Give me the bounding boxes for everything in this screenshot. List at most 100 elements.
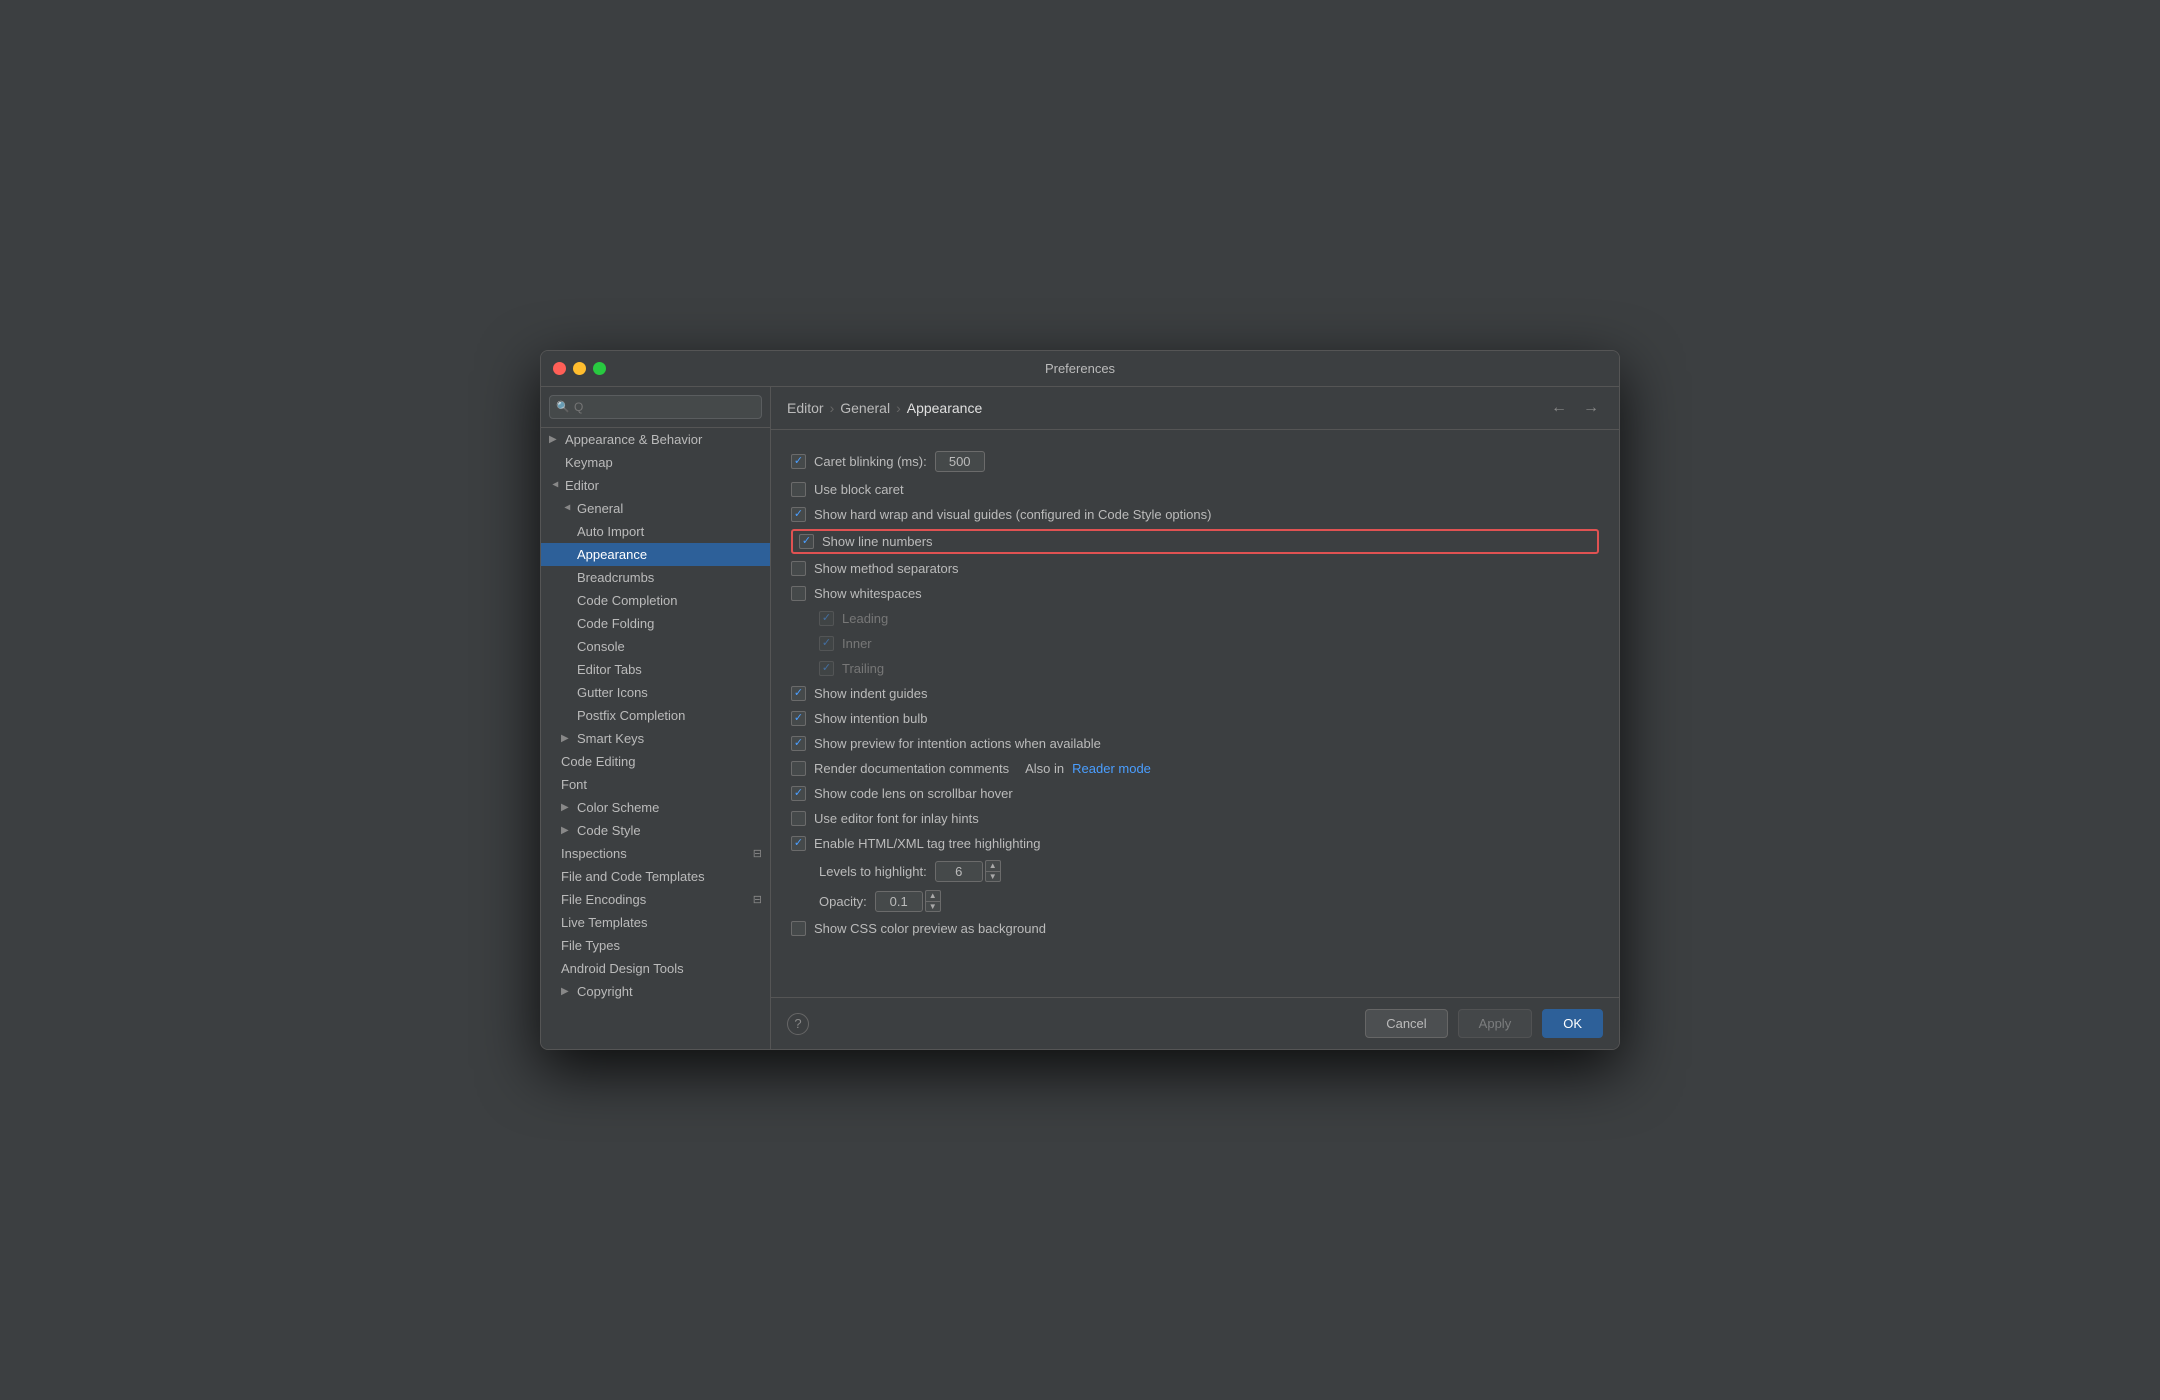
search-input[interactable] bbox=[549, 395, 762, 419]
sidebar-item-android-design-tools[interactable]: Android Design Tools bbox=[541, 957, 770, 980]
enable-html-xml-checkbox[interactable] bbox=[791, 836, 806, 851]
sidebar-item-code-editing[interactable]: Code Editing bbox=[541, 750, 770, 773]
sidebar-item-auto-import[interactable]: Auto Import bbox=[541, 520, 770, 543]
show-method-sep-checkbox[interactable] bbox=[791, 561, 806, 576]
sidebar-item-editor-tabs[interactable]: Editor Tabs bbox=[541, 658, 770, 681]
show-code-lens-row: Show code lens on scrollbar hover bbox=[791, 781, 1599, 806]
show-intention-bulb-checkbox[interactable] bbox=[791, 711, 806, 726]
expand-arrow: ▼ bbox=[562, 503, 573, 515]
show-indent-guides-label: Show indent guides bbox=[814, 686, 927, 701]
sidebar-item-copyright[interactable]: ▶ Copyright bbox=[541, 980, 770, 1003]
sidebar-label: Gutter Icons bbox=[577, 685, 648, 700]
sidebar-label: Postfix Completion bbox=[577, 708, 685, 723]
show-preview-intention-label: Show preview for intention actions when … bbox=[814, 736, 1101, 751]
use-block-caret-row: Use block caret bbox=[791, 477, 1599, 502]
show-hard-wrap-checkbox[interactable] bbox=[791, 507, 806, 522]
apply-button[interactable]: Apply bbox=[1458, 1009, 1533, 1038]
show-line-numbers-label: Show line numbers bbox=[822, 534, 933, 549]
inner-label: Inner bbox=[842, 636, 872, 651]
levels-input-wrap: ▲ ▼ bbox=[935, 860, 1001, 882]
caret-blinking-input[interactable] bbox=[935, 451, 985, 472]
show-line-numbers-checkbox[interactable] bbox=[799, 534, 814, 549]
back-button[interactable]: ← bbox=[1547, 397, 1571, 419]
sidebar-item-file-types[interactable]: File Types bbox=[541, 934, 770, 957]
show-hard-wrap-row: Show hard wrap and visual guides (config… bbox=[791, 502, 1599, 527]
trailing-checkbox[interactable] bbox=[819, 661, 834, 676]
sidebar-item-code-folding[interactable]: Code Folding bbox=[541, 612, 770, 635]
show-method-sep-label: Show method separators bbox=[814, 561, 959, 576]
help-button[interactable]: ? bbox=[787, 1013, 809, 1035]
content-area: 🔍 ▶ Appearance & Behavior Keymap ▼ Edito… bbox=[541, 387, 1619, 1049]
levels-decrement[interactable]: ▼ bbox=[985, 871, 1001, 882]
levels-input[interactable] bbox=[935, 861, 983, 882]
sidebar-label: Code Style bbox=[577, 823, 641, 838]
title-bar: Preferences bbox=[541, 351, 1619, 387]
sidebar-item-file-code-templates[interactable]: File and Code Templates bbox=[541, 865, 770, 888]
show-preview-intention-checkbox[interactable] bbox=[791, 736, 806, 751]
maximize-button[interactable] bbox=[593, 362, 606, 375]
sidebar-item-appearance-behavior[interactable]: ▶ Appearance & Behavior bbox=[541, 428, 770, 451]
show-method-sep-row: Show method separators bbox=[791, 556, 1599, 581]
cancel-button[interactable]: Cancel bbox=[1365, 1009, 1447, 1038]
use-editor-font-checkbox[interactable] bbox=[791, 811, 806, 826]
show-indent-guides-checkbox[interactable] bbox=[791, 686, 806, 701]
nav-arrows: ← → bbox=[1547, 397, 1603, 419]
sidebar-item-console[interactable]: Console bbox=[541, 635, 770, 658]
sidebar-label: Live Templates bbox=[561, 915, 647, 930]
sidebar-label: Keymap bbox=[565, 455, 613, 470]
sidebar-label: Font bbox=[561, 777, 587, 792]
sidebar-item-editor[interactable]: ▼ Editor bbox=[541, 474, 770, 497]
caret-blinking-row: Caret blinking (ms): bbox=[791, 446, 1599, 477]
sidebar-item-code-style[interactable]: ▶ Code Style bbox=[541, 819, 770, 842]
footer: ? Cancel Apply OK bbox=[771, 997, 1619, 1049]
opacity-increment[interactable]: ▲ bbox=[925, 890, 941, 901]
reader-mode-link[interactable]: Reader mode bbox=[1072, 761, 1151, 776]
show-indent-guides-row: Show indent guides bbox=[791, 681, 1599, 706]
sidebar-item-live-templates[interactable]: Live Templates bbox=[541, 911, 770, 934]
expand-arrow: ▼ bbox=[550, 480, 561, 492]
sidebar-item-font[interactable]: Font bbox=[541, 773, 770, 796]
show-css-preview-checkbox[interactable] bbox=[791, 921, 806, 936]
sidebar-item-gutter-icons[interactable]: Gutter Icons bbox=[541, 681, 770, 704]
enable-html-xml-row: Enable HTML/XML tag tree highlighting bbox=[791, 831, 1599, 856]
sidebar-item-file-encodings[interactable]: File Encodings ⊟ bbox=[541, 888, 770, 911]
window-controls bbox=[553, 362, 606, 375]
render-doc-comments-checkbox[interactable] bbox=[791, 761, 806, 776]
forward-button[interactable]: → bbox=[1579, 397, 1603, 419]
sidebar-item-keymap[interactable]: Keymap bbox=[541, 451, 770, 474]
search-wrap: 🔍 bbox=[549, 395, 762, 419]
render-doc-comments-row: Render documentation comments Also in Re… bbox=[791, 756, 1599, 781]
expand-arrow: ▶ bbox=[561, 802, 573, 813]
show-whitespaces-checkbox[interactable] bbox=[791, 586, 806, 601]
caret-blinking-checkbox[interactable] bbox=[791, 454, 806, 469]
inner-checkbox[interactable] bbox=[819, 636, 834, 651]
sidebar-item-breadcrumbs[interactable]: Breadcrumbs bbox=[541, 566, 770, 589]
use-block-caret-checkbox[interactable] bbox=[791, 482, 806, 497]
minimize-button[interactable] bbox=[573, 362, 586, 375]
sidebar-item-code-completion[interactable]: Code Completion bbox=[541, 589, 770, 612]
inspections-icon: ⊟ bbox=[753, 847, 762, 860]
show-css-preview-row: Show CSS color preview as background bbox=[791, 916, 1599, 941]
leading-label: Leading bbox=[842, 611, 888, 626]
sidebar-item-general[interactable]: ▼ General bbox=[541, 497, 770, 520]
sidebar-item-postfix-completion[interactable]: Postfix Completion bbox=[541, 704, 770, 727]
opacity-input[interactable] bbox=[875, 891, 923, 912]
sidebar-item-inspections[interactable]: Inspections ⊟ bbox=[541, 842, 770, 865]
sidebar-label: File Encodings bbox=[561, 892, 646, 907]
sidebar-label: Smart Keys bbox=[577, 731, 644, 746]
sidebar-label: Editor bbox=[565, 478, 599, 493]
sidebar-label: Copyright bbox=[577, 984, 633, 999]
levels-to-highlight-row: Levels to highlight: ▲ ▼ bbox=[791, 856, 1599, 886]
sidebar-item-smart-keys[interactable]: ▶ Smart Keys bbox=[541, 727, 770, 750]
ok-button[interactable]: OK bbox=[1542, 1009, 1603, 1038]
render-doc-comments-label: Render documentation comments bbox=[814, 761, 1009, 776]
sidebar-item-appearance[interactable]: Appearance bbox=[541, 543, 770, 566]
levels-increment[interactable]: ▲ bbox=[985, 860, 1001, 871]
close-button[interactable] bbox=[553, 362, 566, 375]
leading-checkbox[interactable] bbox=[819, 611, 834, 626]
show-hard-wrap-label: Show hard wrap and visual guides (config… bbox=[814, 507, 1211, 522]
show-code-lens-checkbox[interactable] bbox=[791, 786, 806, 801]
opacity-decrement[interactable]: ▼ bbox=[925, 901, 941, 912]
sidebar-item-color-scheme[interactable]: ▶ Color Scheme bbox=[541, 796, 770, 819]
levels-spinner: ▲ ▼ bbox=[985, 860, 1001, 882]
